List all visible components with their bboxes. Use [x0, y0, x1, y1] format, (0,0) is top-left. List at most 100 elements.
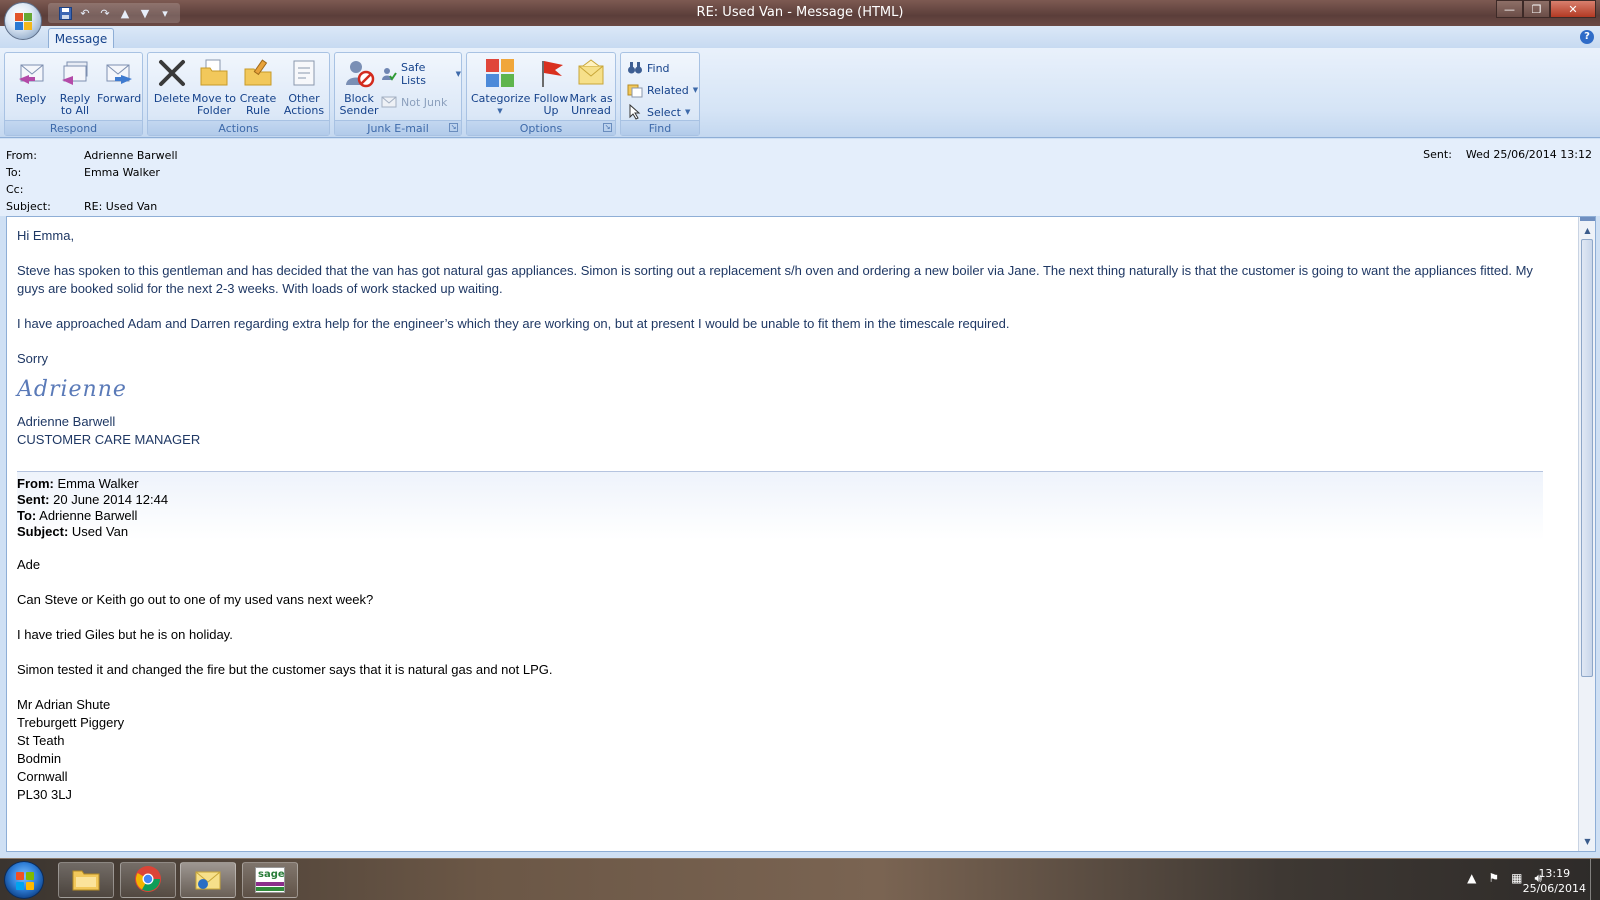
taskbar-explorer[interactable] [58, 862, 114, 898]
show-hidden-icons-icon[interactable]: ▲ [1467, 871, 1476, 886]
reply-all-icon [59, 57, 91, 89]
outlook-icon [193, 866, 223, 895]
customer-address: Mr Adrian Shute Treburgett Piggery St Te… [17, 697, 125, 802]
junk-email-dialog-launcher[interactable]: ↘ [449, 123, 458, 132]
not-junk-button[interactable]: Not Junk [381, 93, 447, 111]
binoculars-icon [627, 60, 643, 76]
window-title: RE: Used Van - Message (HTML) [696, 5, 904, 20]
sage-icon: sage [255, 867, 285, 893]
taskbar-sage[interactable]: sage [242, 862, 298, 898]
reply-button[interactable]: Reply [9, 57, 53, 105]
recipient-name[interactable]: Emma Walker [84, 165, 160, 181]
related-button[interactable]: Related ▼ [627, 81, 698, 99]
cursor-icon [627, 103, 643, 120]
action-center-flag-icon[interactable]: ⚑ [1488, 871, 1499, 886]
body-paragraph: Steve has spoken to this gentleman and h… [17, 263, 1533, 296]
signature-name: Adrienne Barwell [17, 414, 116, 429]
signature-title: CUSTOMER CARE MANAGER [17, 432, 201, 447]
safe-lists-icon [381, 66, 397, 82]
quoted-paragraph: I have tried Giles but he is on holiday. [17, 627, 233, 642]
related-icon [627, 82, 643, 98]
vertical-scrollbar[interactable]: ▲ ▼ [1578, 217, 1595, 851]
save-icon[interactable] [56, 5, 74, 21]
forward-button[interactable]: Forward [97, 57, 141, 105]
create-rule-button[interactable]: Create Rule [236, 57, 280, 117]
taskbar-outlook[interactable] [180, 862, 236, 898]
closing: Sorry [17, 351, 49, 366]
tab-message[interactable]: Message [48, 28, 114, 49]
reply-all-button[interactable]: Reply to All [53, 57, 97, 117]
group-respond: Reply Reply to All Forward Respond [4, 52, 143, 136]
quoted-paragraph: Can Steve or Keith go out to one of my u… [17, 592, 374, 607]
options-dialog-launcher[interactable]: ↘ [603, 123, 612, 132]
ribbon-tab-row: Message ? [0, 26, 1600, 49]
group-options: Categorize ▼ Follow Up Mark as Unread Op… [466, 52, 616, 136]
taskbar: sage ▲ ⚑ ▦ 🔊︎ 13:19 25/06/2014 [0, 858, 1600, 900]
forward-icon [103, 57, 135, 89]
scrollbar-top-marker [1580, 217, 1595, 221]
group-label-junk-email: Junk E-mail [335, 120, 461, 135]
chrome-icon [134, 865, 162, 896]
subject-value: RE: Used Van [84, 200, 158, 213]
quoted-paragraph: Simon tested it and changed the fire but… [17, 662, 553, 677]
delete-button[interactable]: Delete [150, 57, 194, 105]
not-junk-icon [381, 94, 397, 110]
group-label-actions: Actions [148, 120, 329, 135]
customize-qat-icon[interactable]: ▾ [156, 5, 174, 21]
system-clock[interactable]: 13:19 25/06/2014 [1523, 866, 1586, 896]
quoted-greeting: Ade [17, 557, 41, 572]
quick-access-toolbar: ↶ ↷ ▲ ▼ ▾ [48, 3, 180, 23]
group-label-options: Options [467, 120, 615, 135]
group-label-find: Find [621, 120, 699, 135]
sender-name[interactable]: Adrienne Barwell [84, 148, 178, 164]
office-button[interactable] [4, 2, 42, 40]
folder-icon [198, 57, 230, 89]
greeting: Hi Emma, [17, 228, 75, 243]
handwritten-signature: Adrienne [17, 377, 127, 402]
restore-button[interactable]: ❐ [1523, 0, 1550, 18]
taskbar-chrome[interactable] [120, 862, 176, 898]
close-button[interactable]: ✕ [1550, 0, 1596, 18]
group-actions: Delete Move to Folder Create Rule Other … [147, 52, 330, 136]
group-junk-email: Block Sender Safe Lists ▼ Not Junk Junk E… [334, 52, 462, 136]
find-button[interactable]: Find [627, 59, 670, 77]
previous-item-icon[interactable]: ▲ [116, 5, 134, 21]
block-sender-icon [343, 57, 375, 89]
help-icon[interactable]: ? [1580, 30, 1594, 44]
categorize-button[interactable]: Categorize ▼ [471, 57, 530, 117]
follow-up-flag-icon [535, 57, 567, 89]
scroll-up-icon[interactable]: ▲ [1580, 223, 1595, 238]
redo-icon[interactable]: ↷ [96, 5, 114, 21]
follow-up-button[interactable]: Follow Up [529, 57, 573, 117]
start-button[interactable] [4, 861, 44, 899]
delete-icon [156, 57, 188, 89]
safe-lists-button[interactable]: Safe Lists ▼ [381, 61, 461, 87]
block-sender-button[interactable]: Block Sender [337, 57, 381, 117]
title-bar: ↶ ↷ ▲ ▼ ▾ RE: Used Van - Message (HTML) … [0, 0, 1600, 26]
mark-as-unread-icon [575, 57, 607, 89]
move-to-folder-button[interactable]: Move to Folder [192, 57, 236, 117]
windows-logo-icon [16, 872, 34, 890]
message-body[interactable]: Hi Emma, Steve has spoken to this gentle… [6, 216, 1596, 852]
network-icon[interactable]: ▦ [1511, 871, 1522, 886]
categorize-icon [484, 57, 516, 89]
quoted-message-header: From: Emma Walker Sent: 20 June 2014 12:… [17, 471, 1543, 540]
sent-date: Sent: Wed 25/06/2014 13:12 [1423, 148, 1592, 161]
office-logo-icon [15, 13, 33, 31]
group-label-respond: Respond [5, 120, 142, 135]
ribbon: Reply Reply to All Forward Respond Delet… [0, 48, 1600, 138]
other-actions-button[interactable]: Other Actions [282, 57, 326, 117]
scrollbar-thumb[interactable] [1581, 239, 1593, 677]
other-actions-icon [288, 57, 320, 89]
select-button[interactable]: Select ▼ [627, 103, 690, 121]
minimize-button[interactable]: — [1496, 0, 1523, 18]
undo-icon[interactable]: ↶ [76, 5, 94, 21]
group-find: Find Related ▼ Select ▼ Find [620, 52, 700, 136]
body-paragraph: I have approached Adam and Darren regard… [17, 316, 1010, 331]
create-rule-icon [242, 57, 274, 89]
scroll-down-icon[interactable]: ▼ [1580, 834, 1595, 849]
next-item-icon[interactable]: ▼ [136, 5, 154, 21]
show-desktop-button[interactable] [1590, 859, 1600, 900]
mark-as-unread-button[interactable]: Mark as Unread [569, 57, 613, 117]
folder-icon [71, 866, 101, 895]
